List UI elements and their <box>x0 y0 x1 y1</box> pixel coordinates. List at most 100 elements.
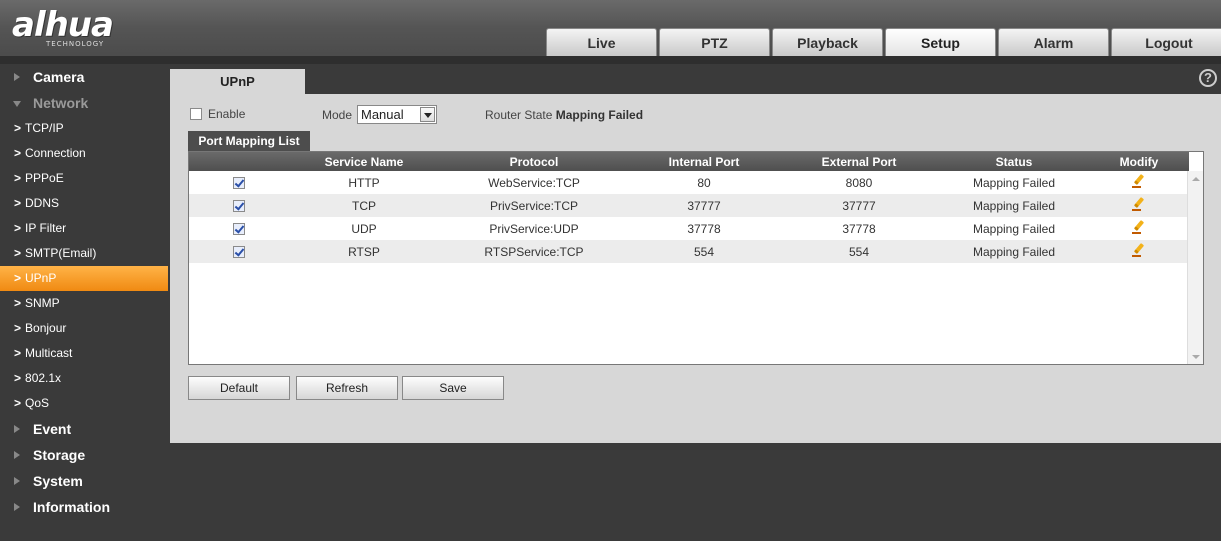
sidebar-item-smtp[interactable]: > SMTP(Email) <box>0 241 168 266</box>
enable-checkbox[interactable] <box>190 108 202 120</box>
router-state-label: Router State <box>485 108 553 122</box>
status-cell: Mapping Failed <box>939 194 1089 217</box>
mode-select-value: Manual <box>361 107 404 122</box>
table-row: RTSP RTSPService:TCP 554 554 Mapping Fai… <box>189 240 1189 263</box>
tab-playback[interactable]: Playback <box>772 28 883 56</box>
internal-port-cell: 37778 <box>687 221 721 236</box>
chevron-down-icon[interactable] <box>420 107 435 122</box>
sidebar-item-label: Camera <box>33 69 85 85</box>
sidebar-item-ddns[interactable]: > DDNS <box>0 191 168 216</box>
chevron-right-icon: > <box>14 396 22 410</box>
chevron-right-icon: > <box>14 346 22 360</box>
status-cell: Mapping Failed <box>939 240 1089 263</box>
sidebar-item-label: Bonjour <box>25 321 67 335</box>
service-name-cell: UDP <box>351 221 377 236</box>
sidebar-item-label: DDNS <box>25 196 60 210</box>
chevron-right-icon: > <box>14 321 22 335</box>
external-port-cell: 554 <box>779 240 939 263</box>
service-name-cell: RTSP <box>289 240 439 263</box>
column-header-status: Status <box>939 152 1089 171</box>
collapsed-arrow-icon <box>14 73 20 81</box>
table-row: UDP PrivService:UDP 37778 37778 Mapping … <box>189 217 1189 240</box>
chevron-right-icon: > <box>14 171 22 185</box>
mode-label: Mode <box>322 108 353 122</box>
chevron-right-icon: > <box>14 121 22 135</box>
table-row: TCP PrivService:TCP 37777 37777 Mapping … <box>189 194 1189 217</box>
tab-upnp[interactable]: UPnP <box>170 69 305 94</box>
save-button[interactable]: Save <box>402 376 504 400</box>
internal-port-cell: 554 <box>629 240 779 263</box>
row-checkbox[interactable] <box>233 177 245 190</box>
column-header-internal-port: Internal Port <box>629 152 779 171</box>
column-header-protocol: Protocol <box>439 152 629 171</box>
row-checkbox[interactable] <box>233 246 245 259</box>
sidebar-item-label: TCP/IP <box>25 121 64 135</box>
collapsed-arrow-icon <box>14 477 20 485</box>
sidebar-item-8021x[interactable]: >802.1x <box>0 366 168 391</box>
sidebar-item-label: Event <box>33 421 72 437</box>
tab-alarm[interactable]: Alarm <box>998 28 1109 56</box>
chevron-right-icon: > <box>14 371 22 385</box>
tab-setup[interactable]: Setup <box>885 28 996 56</box>
external-port-cell: 37777 <box>779 194 939 217</box>
sidebar-item-storage[interactable]: Storage <box>0 442 168 468</box>
external-port-cell: 37778 <box>842 221 876 236</box>
sidebar-item-label: Storage <box>33 447 86 463</box>
sidebar-item-label: UPnP <box>25 271 57 285</box>
logo-subtext: TECHNOLOGY <box>46 40 105 48</box>
chevron-right-icon: > <box>14 146 22 160</box>
collapsed-arrow-icon <box>14 451 20 459</box>
sidebar-item-label: Multicast <box>25 346 73 360</box>
tab-port-mapping-list[interactable]: Port Mapping List <box>188 131 310 151</box>
table-scrollbar[interactable] <box>1187 171 1203 364</box>
tab-live[interactable]: Live <box>546 28 657 56</box>
refresh-button[interactable]: Refresh <box>296 376 398 400</box>
sidebar: Camera Network > TCP/IP > Connection > PPPo… <box>0 64 168 541</box>
protocol-cell: RTSPService:TCP <box>439 240 629 263</box>
sidebar-item-information[interactable]: Information <box>0 494 168 520</box>
pencil-edit-icon[interactable] <box>1131 219 1147 235</box>
protocol-cell: WebService:TCP <box>488 175 580 190</box>
tab-logout[interactable]: Logout <box>1111 28 1221 56</box>
sidebar-item-connection[interactable]: > Connection <box>0 141 168 166</box>
sidebar-item-event[interactable]: Event <box>0 416 168 442</box>
brand-logo: alhua TECHNOLOGY <box>12 6 114 48</box>
sidebar-item-label: Information <box>33 499 110 515</box>
sidebar-item-camera[interactable]: Camera <box>0 64 168 90</box>
sidebar-item-bonjour[interactable]: > Bonjour <box>0 316 168 341</box>
sidebar-item-label: QoS <box>25 396 50 410</box>
mode-select[interactable]: Manual <box>357 105 437 124</box>
sidebar-item-ip-filter[interactable]: > IP Filter <box>0 216 168 241</box>
pencil-edit-icon[interactable] <box>1131 173 1147 189</box>
sidebar-item-snmp[interactable]: > SNMP <box>0 291 168 316</box>
expanded-arrow-icon <box>13 101 21 107</box>
chevron-right-icon: > <box>14 246 22 260</box>
chevron-right-icon: > <box>14 271 22 285</box>
help-icon[interactable]: ? <box>1199 69 1217 87</box>
row-checkbox[interactable] <box>233 200 245 213</box>
scroll-down-icon[interactable] <box>1192 355 1200 359</box>
sidebar-item-network[interactable]: Network <box>0 90 168 116</box>
sidebar-item-tcpip[interactable]: > TCP/IP <box>0 116 168 141</box>
column-header-modify: Modify <box>1089 152 1189 171</box>
default-button[interactable]: Default <box>188 376 290 400</box>
pencil-edit-icon[interactable] <box>1131 196 1147 212</box>
column-header-select <box>189 152 289 171</box>
sidebar-item-pppoe[interactable]: > PPPoE <box>0 166 168 191</box>
chevron-right-icon: > <box>14 221 22 235</box>
sidebar-item-system[interactable]: System <box>0 468 168 494</box>
sidebar-item-label: System <box>33 473 83 489</box>
sidebar-item-label: 802.1x <box>25 371 62 385</box>
scroll-up-icon[interactable] <box>1192 177 1200 181</box>
collapsed-arrow-icon <box>14 503 20 511</box>
chevron-right-icon: > <box>14 296 22 310</box>
row-checkbox[interactable] <box>233 223 245 236</box>
header-divider <box>0 56 1221 64</box>
pencil-edit-icon[interactable] <box>1131 242 1147 258</box>
tab-ptz[interactable]: PTZ <box>659 28 770 56</box>
sidebar-item-multicast[interactable]: > Multicast <box>0 341 168 366</box>
protocol-cell: PrivService:TCP <box>439 194 629 217</box>
sidebar-item-qos[interactable]: > QoS <box>0 391 168 416</box>
collapsed-arrow-icon <box>14 425 20 433</box>
sidebar-item-upnp[interactable]: > UPnP <box>0 266 168 291</box>
